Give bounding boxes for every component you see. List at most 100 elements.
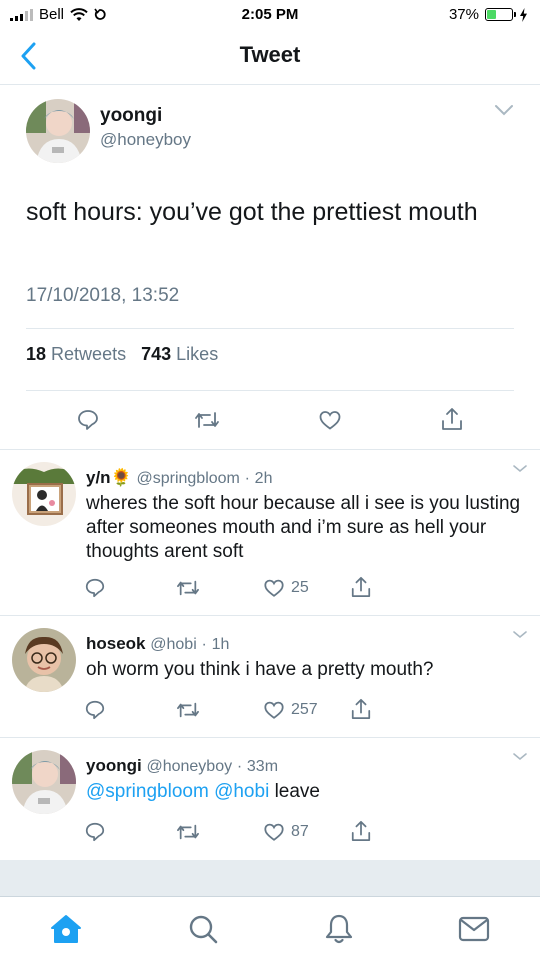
page-title: Tweet [239,42,301,67]
divider [26,390,514,391]
heart-icon [264,701,284,719]
author-handle[interactable]: @springbloom [136,470,239,487]
reply-header: yoongi @honeyboy · 33m [86,756,278,776]
reply-button[interactable] [84,821,106,843]
messages-icon [458,916,490,942]
share-button[interactable] [350,819,372,843]
chevron-down-icon [513,631,527,639]
reply-actions: 257 [0,697,540,725]
avatar[interactable] [12,750,76,814]
reply-button[interactable] [76,408,100,432]
reply-button[interactable] [84,577,106,599]
tweet-stats: 18 Retweets 743 Likes [26,344,218,365]
reply-options-button[interactable] [512,626,528,644]
charging-icon [520,7,527,22]
heart-icon [264,823,284,841]
reply-text: @springbloom @hobi leave [86,780,526,804]
reply-body: leave [274,781,320,802]
reply-text: oh worm you think i have a pretty mouth? [86,659,434,680]
like-count: 25 [291,579,309,596]
avatar-image [26,99,90,163]
likes-count: 743 [141,344,172,364]
author-name[interactable]: yoongi [100,105,162,127]
like-button[interactable]: 25 [263,577,309,599]
status-bar: Bell 2:05 PM 37% [0,0,540,30]
mention-link[interactable]: @hobi [214,781,269,802]
like-button[interactable] [318,408,342,432]
author-name[interactable]: hoseok [86,634,146,653]
retweet-icon [177,824,199,840]
reply-icon [85,822,105,842]
sunflower-emoji: 🌻 [110,468,132,487]
retweet-button[interactable] [175,699,201,721]
battery-icon [485,8,516,21]
avatar-image [12,462,76,526]
tab-bar [0,896,540,960]
main-tweet: yoongi @honeyboy soft hours: you’ve got … [0,85,540,450]
retweet-icon [177,702,199,718]
author-handle[interactable]: @honeyboy [146,758,232,775]
like-count: 87 [291,823,309,840]
retweets-count: 18 [26,344,47,364]
retweet-button[interactable] [175,821,201,843]
reply-icon [85,700,105,720]
divider [26,328,514,329]
mention-link[interactable]: @springbloom [86,781,209,802]
likes-label: Likes [176,344,219,364]
reply-tweet[interactable]: y/n🌻 @springbloom · 2h wheres the soft h… [0,450,540,616]
avatar[interactable] [12,628,76,692]
reply-time: 33m [246,758,279,775]
reply-options-button[interactable] [512,460,528,478]
retweet-button[interactable] [193,408,221,432]
search-icon [189,915,218,944]
reply-header: hoseok @hobi · 1h [86,634,229,654]
tab-home[interactable] [48,911,84,947]
notifications-icon [325,914,353,944]
chevron-down-icon [513,465,527,473]
reply-header: y/n🌻 @springbloom · 2h [86,468,272,488]
share-button[interactable] [440,406,464,432]
retweets-stat[interactable]: 18 Retweets [26,344,126,364]
retweet-icon [177,580,199,596]
tab-messages[interactable] [456,911,492,947]
reply-tweet[interactable]: yoongi @honeyboy · 33m @springbloom @hob… [0,738,540,860]
tab-search[interactable] [185,911,221,947]
avatar-image [12,628,76,692]
likes-stat[interactable]: 743 Likes [141,344,218,364]
tab-notifications[interactable] [321,911,357,947]
heart-icon [319,411,341,430]
like-button[interactable]: 257 [263,699,318,721]
reply-actions: 87 [0,819,540,847]
share-icon [351,698,371,720]
author-name[interactable]: y/n [86,468,111,487]
retweet-button[interactable] [175,577,201,599]
reply-time: 2h [254,470,273,487]
navigation-bar: Tweet [0,30,540,85]
separator-dot: · [244,470,250,487]
feed-spacer [0,860,540,896]
avatar[interactable] [26,99,90,163]
share-button[interactable] [350,697,372,721]
reply-tweet[interactable]: hoseok @hobi · 1h oh worm you think i ha… [0,616,540,738]
battery-percent: 37% [448,6,479,23]
reply-button[interactable] [84,699,106,721]
tweet-options-button[interactable] [494,103,514,121]
avatar[interactable] [12,462,76,526]
share-icon [351,576,371,598]
tweet-actions [0,403,540,437]
share-button[interactable] [350,575,372,599]
tweet-timestamp: 17/10/2018, 13:52 [26,285,180,306]
reply-icon [78,410,98,430]
reply-actions: 25 [0,575,540,603]
home-icon [51,915,81,943]
retweets-label: Retweets [51,344,127,364]
reply-options-button[interactable] [512,748,528,766]
like-button[interactable]: 87 [263,821,309,843]
author-handle[interactable]: @hobi [150,636,197,653]
retweet-icon [195,412,219,428]
author-handle[interactable]: @honeyboy [100,130,191,150]
tweet-text: soft hours: you’ve got the prettiest mou… [26,198,478,226]
share-icon [442,408,462,430]
author-name[interactable]: yoongi [86,756,142,775]
like-count: 257 [291,701,318,718]
